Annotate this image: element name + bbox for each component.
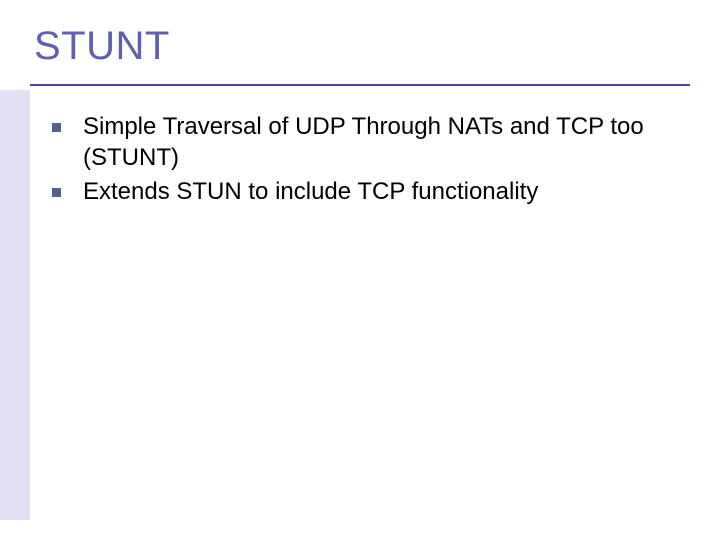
list-item: Extends STUN to include TCP functionalit… bbox=[52, 177, 672, 208]
bullet-icon bbox=[52, 188, 61, 197]
slide-title: STUNT bbox=[34, 24, 170, 69]
left-accent-strip bbox=[0, 90, 30, 520]
bullet-text: Simple Traversal of UDP Through NATs and… bbox=[83, 112, 672, 173]
bullet-text: Extends STUN to include TCP functionalit… bbox=[83, 177, 672, 208]
content-area: Simple Traversal of UDP Through NATs and… bbox=[52, 112, 672, 212]
slide: STUNT Simple Traversal of UDP Through NA… bbox=[0, 0, 720, 540]
list-item: Simple Traversal of UDP Through NATs and… bbox=[52, 112, 672, 173]
title-underline bbox=[30, 84, 690, 86]
bullet-icon bbox=[52, 123, 61, 132]
